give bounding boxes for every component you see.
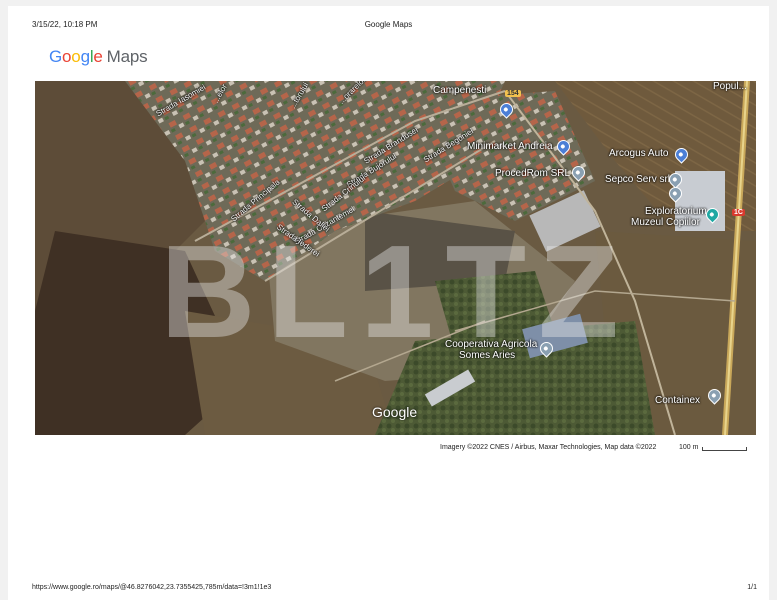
print-title: Google Maps	[364, 20, 413, 29]
map-attribution: Imagery ©2022 CNES / Airbus, Maxar Techn…	[440, 444, 657, 451]
place-label-campenesti: Campenesti	[433, 85, 487, 96]
watermark: BL1TZ	[160, 218, 631, 365]
place-label-minimarket[interactable]: Minimarket Andreia	[467, 141, 553, 152]
place-label-cooperativa[interactable]: Cooperativa Agricola	[445, 339, 537, 350]
route-shield-icon: 154	[505, 90, 521, 97]
place-label-muzeul[interactable]: Muzeul Copiilor	[631, 217, 700, 228]
place-label-exploratorium[interactable]: Exploratorium	[645, 206, 707, 217]
google-letter: e	[93, 47, 103, 66]
route-shield-icon: 1C	[732, 209, 745, 216]
print-page: 3/15/22, 10:18 PM Google Maps Google Maps	[8, 6, 769, 600]
scale-bar	[702, 447, 747, 451]
place-label-topright: Popul...	[713, 81, 747, 92]
place-label-procedrom[interactable]: ProcedRom SRL	[495, 168, 570, 179]
google-letter: o	[62, 47, 72, 66]
place-label-sepco[interactable]: Sepco Serv srl	[605, 174, 670, 185]
google-letter: g	[80, 47, 90, 66]
place-label-containex[interactable]: Containex	[655, 395, 700, 406]
google-map-logo: Google	[372, 404, 418, 420]
google-letter: o	[71, 47, 81, 66]
place-label-arcogus[interactable]: Arcogus Auto	[609, 148, 668, 159]
print-page-number: 1/1	[747, 584, 757, 591]
place-label-somes[interactable]: Somes Aries	[459, 350, 515, 361]
print-url: https://www.google.ro/maps/@46.8276042,2…	[32, 584, 272, 591]
google-wordmark: Google	[49, 47, 103, 66]
google-letter: G	[49, 47, 63, 66]
satellite-map[interactable]: BL1TZ Strada Iasomiei ...elor ...torului…	[35, 81, 756, 435]
maps-wordmark: Maps	[106, 47, 148, 66]
google-maps-logo: Google Maps	[49, 47, 148, 67]
scale-label: 100 m	[679, 444, 699, 451]
